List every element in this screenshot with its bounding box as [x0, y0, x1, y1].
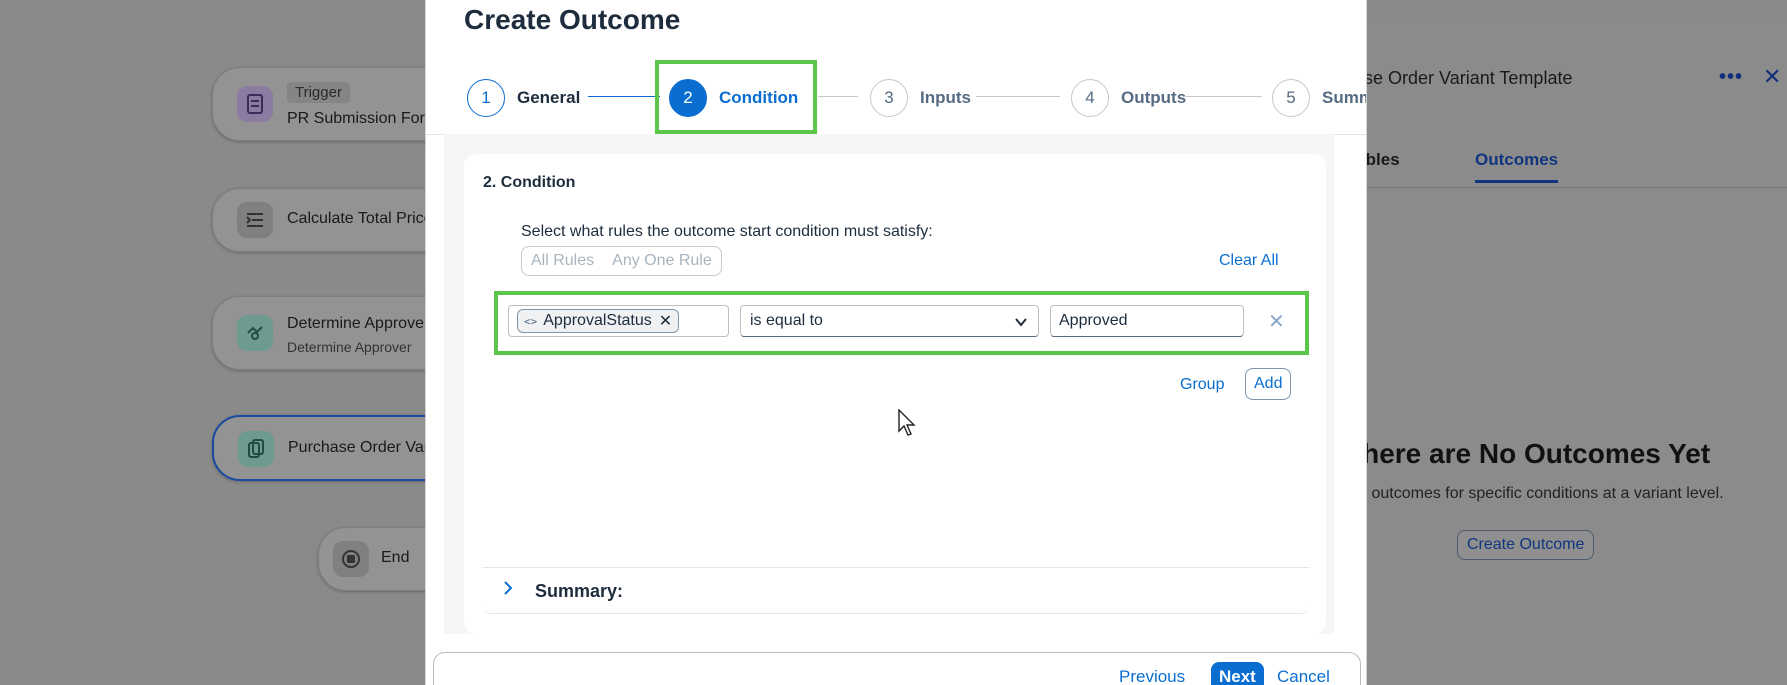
step-outputs[interactable]: 4 Outputs	[1071, 60, 1186, 135]
step-summary[interactable]: 5 Summary	[1272, 60, 1366, 135]
chevron-down-icon	[1014, 311, 1028, 332]
step-connector	[588, 96, 660, 97]
step-number: 3	[870, 78, 908, 117]
step-connector	[1186, 96, 1262, 97]
step-connector	[818, 96, 858, 97]
token-remove-icon[interactable]: ✕	[659, 311, 672, 331]
condition-card: 2. Condition Select what rules the outco…	[464, 154, 1326, 634]
dialog-title: Create Outcome	[464, 4, 681, 35]
step-number: 1	[467, 78, 505, 117]
add-rule-button[interactable]: Add	[1245, 368, 1292, 400]
calculate-icon	[237, 202, 273, 238]
value-input[interactable]	[1050, 305, 1244, 337]
chevron-right-icon[interactable]	[502, 580, 514, 601]
previous-button[interactable]: Previous	[1119, 667, 1185, 685]
empty-state-title: There are No Outcomes Yet	[1345, 438, 1711, 469]
close-icon[interactable]: ✕	[1763, 64, 1781, 90]
clear-all-link[interactable]: Clear All	[1219, 252, 1279, 270]
group-link[interactable]: Group	[1180, 376, 1224, 394]
side-panel-tabs: Variables Outcomes	[1325, 150, 1787, 188]
step-number: 4	[1071, 78, 1109, 117]
summary-panel[interactable]: Summary:	[483, 567, 1309, 614]
calculate-label: Calculate Total Price	[287, 210, 433, 227]
code-icon: <>	[524, 314, 538, 328]
step-connector	[976, 96, 1060, 97]
more-icon[interactable]: •••	[1719, 66, 1743, 89]
step-inputs[interactable]: 3 Inputs	[870, 60, 971, 135]
step-label: Summary	[1322, 87, 1366, 107]
remove-rule-icon[interactable]: ✕	[1268, 309, 1285, 334]
create-outcome-button[interactable]: Create Outcome	[1457, 530, 1595, 560]
rule-mode-segmented: All Rules Any One Rule	[521, 246, 722, 276]
variant-icon	[238, 431, 274, 467]
rule-row: <> ApprovalStatus ✕ is equal to ✕	[494, 291, 1309, 355]
side-panel: Purchase Order Variant Template ••• ✕ Va…	[1307, 20, 1787, 685]
segment-any-one-rule[interactable]: Any One Rule	[603, 252, 721, 270]
operator-select[interactable]: is equal to	[740, 305, 1039, 337]
segment-all-rules[interactable]: All Rules	[522, 252, 603, 270]
rules-prompt: Select what rules the outcome start cond…	[521, 223, 933, 240]
trigger-label: PR Submission Form	[287, 110, 439, 127]
step-number: 5	[1272, 78, 1310, 117]
step-label: General	[517, 87, 581, 107]
mouse-cursor-icon	[898, 409, 916, 436]
approver-sublabel: Determine Approver	[287, 339, 412, 355]
highlight-box	[655, 60, 817, 134]
step-label: Inputs	[920, 87, 971, 107]
summary-label: Summary:	[535, 581, 624, 601]
end-label: End	[381, 549, 410, 566]
create-outcome-dialog: Create Outcome 1 General 2 Condition 3 I…	[425, 0, 1367, 685]
approver-icon	[237, 315, 273, 351]
trigger-tag: Trigger	[287, 82, 350, 103]
wizard-steps: 1 General 2 Condition 3 Inputs 4 Outputs…	[426, 60, 1366, 135]
approver-label: Determine Approver	[287, 315, 430, 332]
stop-icon	[333, 541, 369, 577]
section-title: 2. Condition	[483, 174, 576, 191]
content-area: 2. Condition Select what rules the outco…	[444, 134, 1334, 634]
variable-token[interactable]: <> ApprovalStatus ✕	[517, 309, 680, 333]
step-label: Outputs	[1121, 87, 1187, 107]
form-icon	[237, 86, 273, 122]
tab-outcomes[interactable]: Outcomes	[1475, 150, 1559, 183]
step-general[interactable]: 1 General	[467, 60, 580, 135]
variable-token-field[interactable]: <> ApprovalStatus ✕	[508, 305, 729, 337]
token-label: ApprovalStatus	[543, 312, 652, 329]
empty-state-desc: Create outcomes for specific conditions …	[1319, 485, 1724, 502]
cancel-button[interactable]: Cancel	[1277, 667, 1330, 685]
operator-value: is equal to	[750, 312, 823, 329]
next-button[interactable]: Next	[1211, 662, 1264, 685]
dialog-footer: Previous Next Cancel	[433, 652, 1361, 685]
